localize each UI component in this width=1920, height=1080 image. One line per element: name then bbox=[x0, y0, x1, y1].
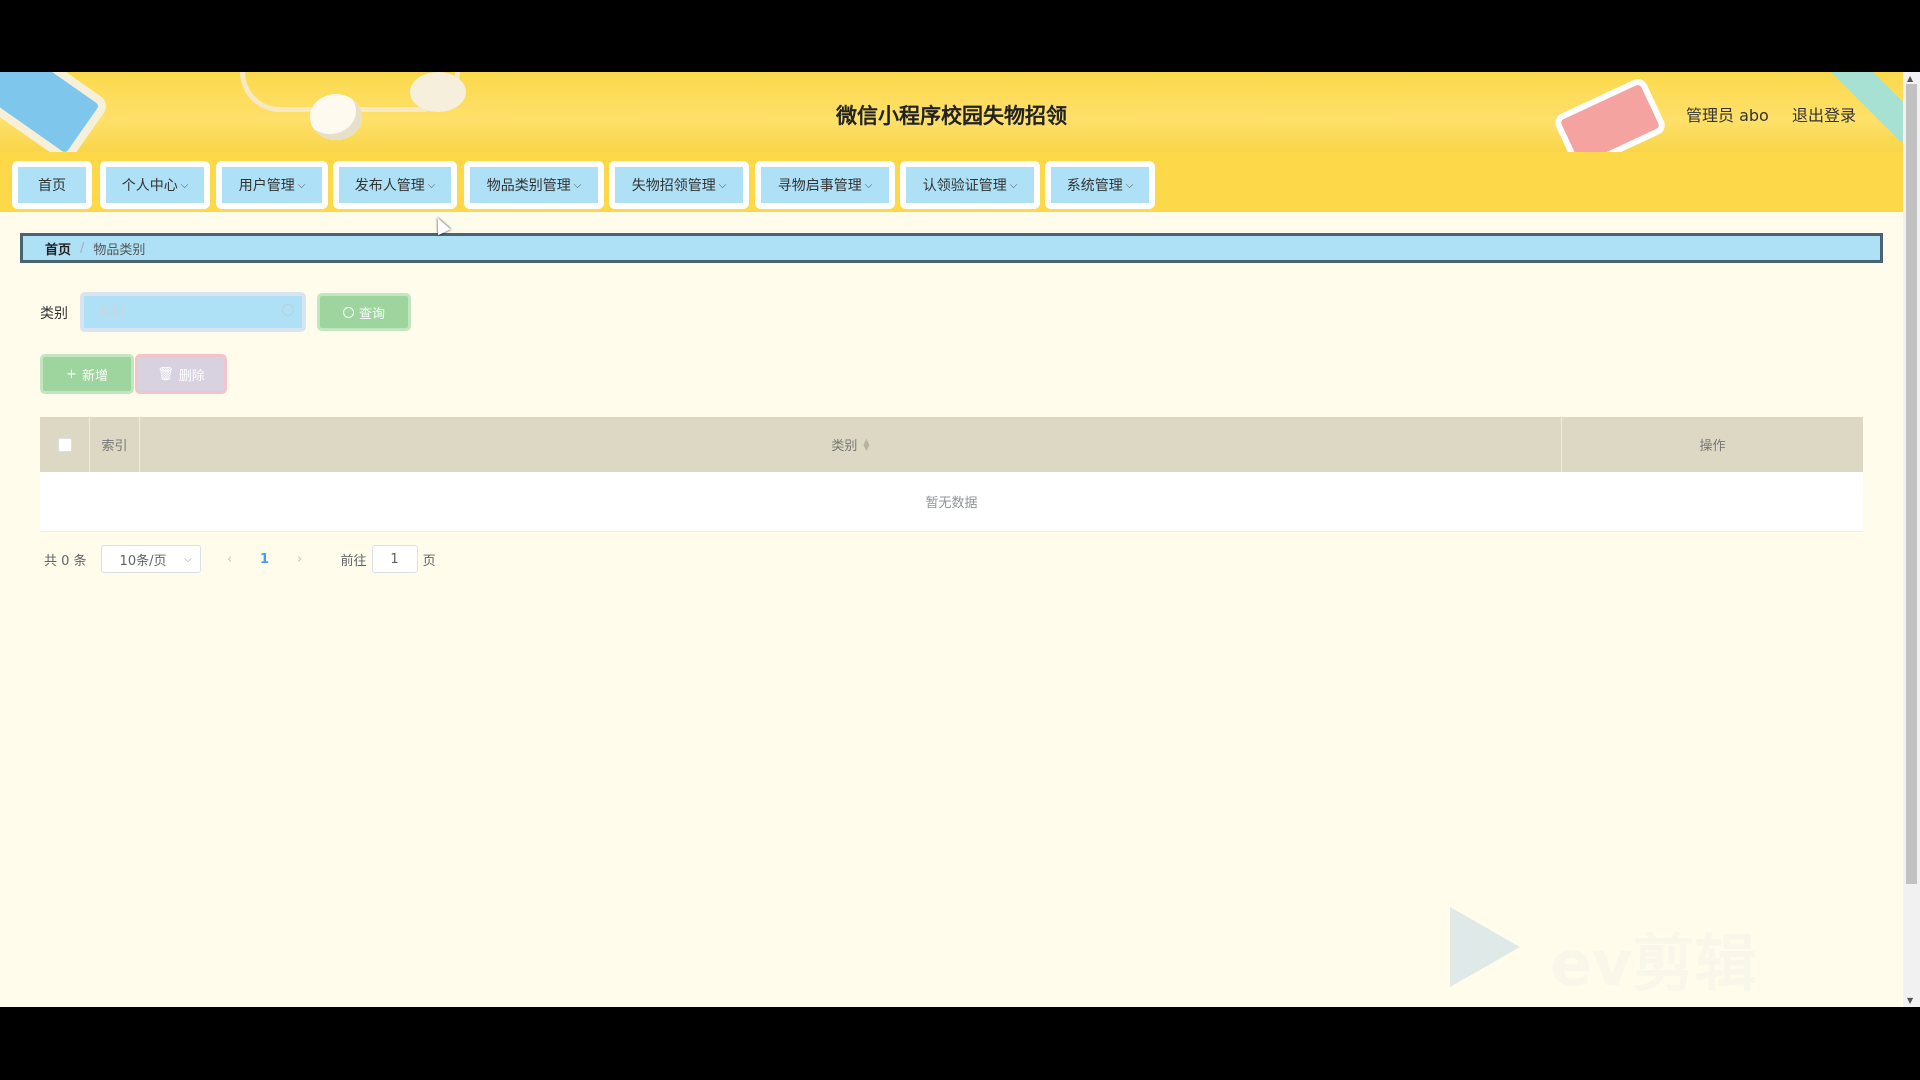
plus-icon: + bbox=[66, 366, 77, 382]
table-empty-state: 暂无数据 bbox=[40, 472, 1863, 532]
chevron-down-icon: ⌵ bbox=[1125, 179, 1134, 191]
nav-item-label: 发布人管理 bbox=[354, 178, 425, 194]
delete-button[interactable]: 🗑 删除 bbox=[135, 354, 227, 394]
nav-item-publisher-management[interactable]: 发布人管理 ⌵ bbox=[333, 161, 457, 209]
page-number-current[interactable]: 1 bbox=[245, 552, 285, 567]
nav-item-label: 寻物启事管理 bbox=[777, 178, 862, 194]
nav-item-label: 系统管理 bbox=[1066, 178, 1123, 194]
play-logo-icon bbox=[1450, 907, 1520, 987]
trash-icon: 🗑 bbox=[157, 366, 174, 382]
breadcrumb-current: 物品类别 bbox=[93, 242, 146, 258]
query-button[interactable]: 查询 bbox=[317, 293, 411, 331]
select-all-column bbox=[40, 417, 90, 472]
nav-item-label: 用户管理 bbox=[238, 178, 295, 194]
app-title: 微信小程序校园失物招领 bbox=[836, 104, 1067, 128]
goto-suffix: 页 bbox=[422, 553, 436, 569]
select-all-checkbox[interactable] bbox=[57, 437, 72, 452]
nav-item-system-management[interactable]: 系统管理 ⌵ bbox=[1045, 161, 1155, 209]
search-field-wrapper bbox=[80, 292, 306, 332]
search-label: 类别 bbox=[40, 306, 68, 322]
query-button-label: 查询 bbox=[358, 306, 385, 322]
goto-page-input[interactable] bbox=[371, 545, 418, 573]
scroll-down-icon[interactable]: ▼ bbox=[1907, 996, 1913, 1005]
app-window: 微信小程序校园失物招领 管理员 abo 退出登录 首页 个人中心 ⌵ 用户管理 ⌵ … bbox=[0, 72, 1920, 1007]
breadcrumb: 首页 / 物品类别 bbox=[20, 233, 1883, 263]
chevron-down-icon: ⌵ bbox=[297, 179, 306, 191]
chevron-down-icon: ⌵ bbox=[573, 179, 582, 191]
next-page-button[interactable]: › bbox=[285, 545, 315, 573]
prev-page-button[interactable]: ‹ bbox=[215, 545, 245, 573]
header: 微信小程序校园失物招领 管理员 abo 退出登录 bbox=[0, 72, 1903, 152]
chevron-down-icon: ⌵ bbox=[180, 179, 189, 191]
chevron-down-icon: ⌵ bbox=[718, 179, 727, 191]
total-count: 共 0 条 bbox=[44, 553, 87, 569]
goto-label: 前往 bbox=[340, 553, 367, 569]
watermark-text: ev剪辑 bbox=[1550, 927, 1757, 1000]
category-search-input[interactable] bbox=[84, 296, 302, 328]
breadcrumb-separator: / bbox=[80, 240, 85, 256]
scroll-up-icon[interactable]: ▲ bbox=[1907, 74, 1913, 83]
nav-item-personal-center[interactable]: 个人中心 ⌵ bbox=[100, 161, 210, 209]
chevron-down-icon: ⌵ bbox=[1009, 179, 1018, 191]
search-icon bbox=[282, 304, 294, 316]
search-icon bbox=[342, 306, 354, 318]
operations-column-header: 操作 bbox=[1699, 439, 1726, 454]
add-button-label: 新增 bbox=[81, 368, 108, 384]
nav-item-claim-verification-management[interactable]: 认领验证管理 ⌵ bbox=[900, 161, 1040, 209]
nav-item-label: 物品类别管理 bbox=[486, 178, 571, 194]
admin-user-label: 管理员 abo bbox=[1686, 106, 1769, 125]
category-column-header[interactable]: 类别 ▲ ▼ bbox=[140, 417, 1562, 472]
delete-button-label: 删除 bbox=[178, 368, 205, 384]
nav-item-search-notice-management[interactable]: 寻物启事管理 ⌵ bbox=[755, 161, 895, 209]
pagination: 共 0 条 10条/页 ⌵ ‹ 1 › 前往 页 bbox=[44, 545, 436, 573]
chevron-down-icon: ⌵ bbox=[864, 179, 873, 191]
nav-item-category-management[interactable]: 物品类别管理 ⌵ bbox=[464, 161, 604, 209]
breadcrumb-home-link[interactable]: 首页 bbox=[45, 239, 71, 258]
add-button[interactable]: + 新增 bbox=[40, 354, 134, 394]
category-column-label: 类别 bbox=[831, 439, 858, 454]
top-nav: 首页 个人中心 ⌵ 用户管理 ⌵ 发布人管理 ⌵ 物品类别管理 ⌵ 失物招领管理 ⌵ 寻物… bbox=[0, 152, 1903, 212]
logout-button[interactable]: 退出登录 bbox=[1792, 102, 1856, 126]
index-column-header: 索引 bbox=[90, 417, 140, 472]
page-size-value: 10条/页 bbox=[119, 553, 167, 569]
nav-item-label: 认领验证管理 bbox=[922, 178, 1007, 194]
page-size-select[interactable]: 10条/页 ⌵ bbox=[100, 545, 201, 573]
nav-item-home[interactable]: 首页 bbox=[12, 161, 92, 209]
vertical-scrollbar[interactable]: ▲ ▼ bbox=[1903, 72, 1920, 1007]
chevron-down-icon: ⌵ bbox=[183, 553, 192, 565]
nav-item-label: 失物招领管理 bbox=[631, 178, 716, 194]
nav-item-label: 首页 bbox=[38, 178, 66, 194]
watermark: ev剪辑 bbox=[1450, 907, 1830, 1000]
nav-item-lost-found-management[interactable]: 失物招领管理 ⌵ bbox=[609, 161, 749, 209]
table-header: 索引 类别 ▲ ▼ 操作 bbox=[40, 417, 1863, 472]
chevron-down-icon: ⌵ bbox=[427, 179, 436, 191]
sort-icon[interactable]: ▲ ▼ bbox=[863, 437, 869, 451]
category-table: 索引 类别 ▲ ▼ 操作 暂无数据 bbox=[40, 417, 1863, 532]
scroll-thumb[interactable] bbox=[1906, 84, 1917, 884]
nav-item-user-management[interactable]: 用户管理 ⌵ bbox=[216, 161, 328, 209]
nav-item-label: 个人中心 bbox=[121, 178, 178, 194]
